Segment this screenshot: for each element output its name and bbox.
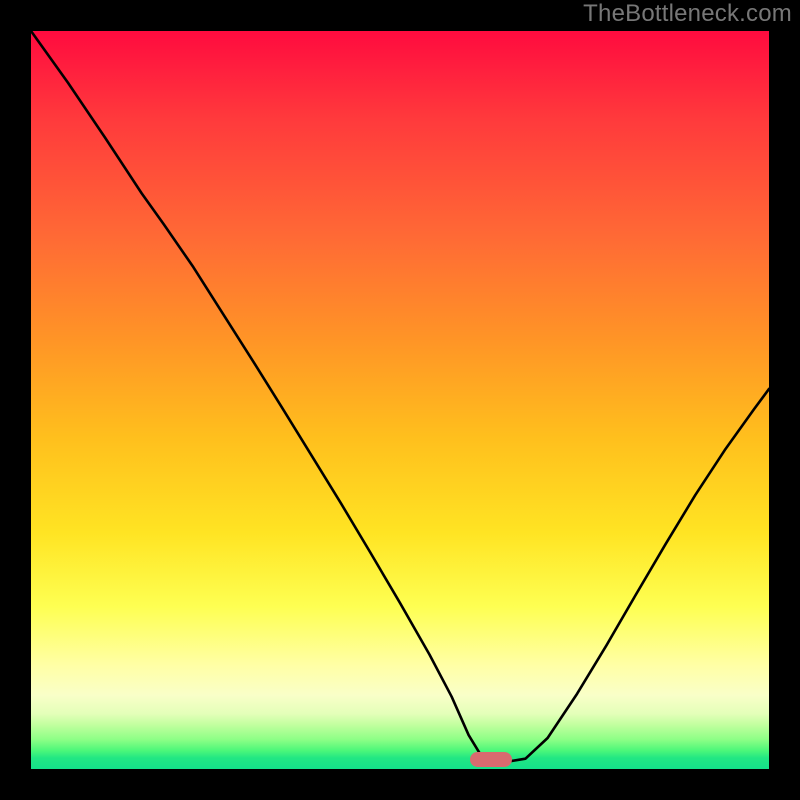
chart-frame: TheBottleneck.com [0, 0, 800, 800]
curve-layer [31, 31, 769, 769]
optimum-marker [470, 752, 512, 767]
bottleneck-curve [31, 31, 769, 762]
watermark-text: TheBottleneck.com [583, 0, 792, 28]
